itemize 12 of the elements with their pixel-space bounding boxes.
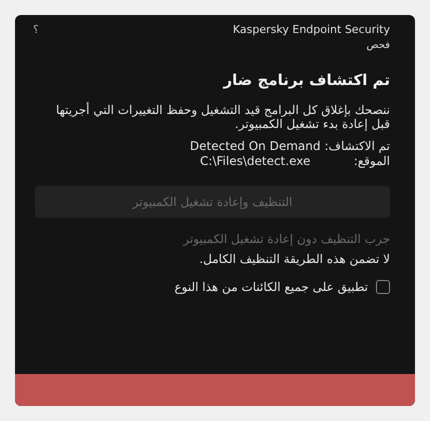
window-title: Kaspersky Endpoint Security xyxy=(232,23,390,36)
message-text: ننصحك بإغلاق كل البرامج قيد التشغيل وحفظ التغييرات التي أجريتها قبل إعادة بدء تشغيل الكمبيوتر. xyxy=(54,103,390,131)
note-text: لا تضمن هذه الطريقة التنظيف الكامل. xyxy=(198,252,390,266)
detail-value: C:\Files\detect.exe xyxy=(199,154,312,168)
dialog-heading: تم اكتشاف برنامج ضار xyxy=(222,71,390,89)
checkbox-label: تطبيق على جميع الكائنات من هذا النوع xyxy=(174,280,368,294)
detail-label: تم الاكتشاف: xyxy=(324,139,390,153)
help-button[interactable]: ؟ xyxy=(33,23,39,36)
detail-label: الموقع: xyxy=(352,154,390,168)
apply-all-checkbox[interactable] xyxy=(376,280,390,294)
window-subtitle: فحص xyxy=(366,40,390,51)
detail-value: Detected On Demand xyxy=(190,139,320,153)
